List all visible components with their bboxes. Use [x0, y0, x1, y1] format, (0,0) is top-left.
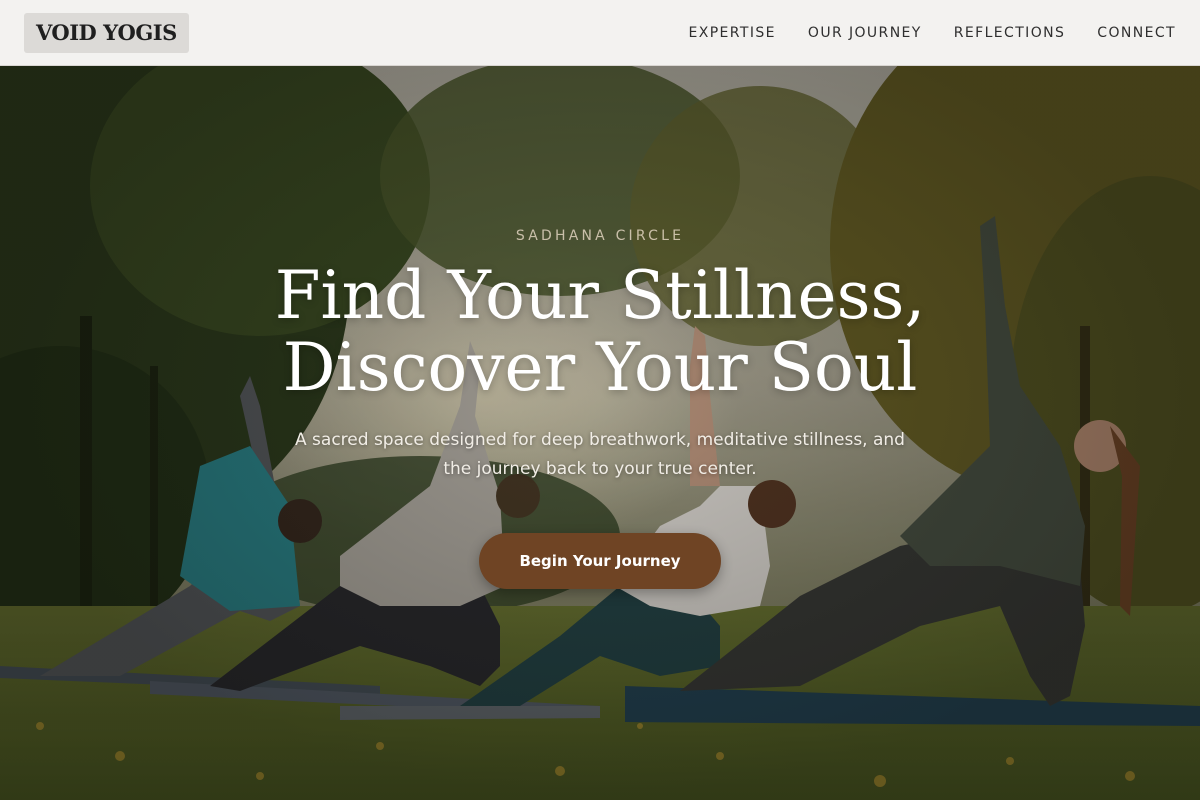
main-nav: EXPERTISE OUR JOURNEY REFLECTIONS CONNEC…	[688, 25, 1176, 41]
nav-item-expertise[interactable]: EXPERTISE	[688, 25, 775, 41]
hero-subtext: A sacred space designed for deep breathw…	[270, 426, 930, 484]
nav-item-connect[interactable]: CONNECT	[1097, 25, 1176, 41]
hero-section: SADHANA CIRCLE Find Your Stillness, Disc…	[0, 66, 1200, 800]
begin-journey-button[interactable]: Begin Your Journey	[479, 533, 721, 589]
hero-headline-line-1: Find Your Stillness,	[274, 257, 926, 334]
hero-headline: Find Your Stillness, Discover Your Soul	[275, 260, 926, 404]
hero-subtext-line-2: the journey back to your true center.	[443, 459, 757, 479]
site-header: VOID YOGIS EXPERTISE OUR JOURNEY REFLECT…	[0, 0, 1200, 66]
nav-item-reflections[interactable]: REFLECTIONS	[954, 25, 1066, 41]
hero-eyebrow: SADHANA CIRCLE	[515, 228, 685, 244]
hero-headline-line-2: Discover Your Soul	[282, 329, 918, 406]
hero-subtext-line-1: A sacred space designed for deep breathw…	[295, 430, 905, 450]
brand-logo[interactable]: VOID YOGIS	[24, 12, 189, 53]
hero-content: SADHANA CIRCLE Find Your Stillness, Disc…	[0, 66, 1200, 800]
nav-item-our-journey[interactable]: OUR JOURNEY	[808, 25, 922, 41]
